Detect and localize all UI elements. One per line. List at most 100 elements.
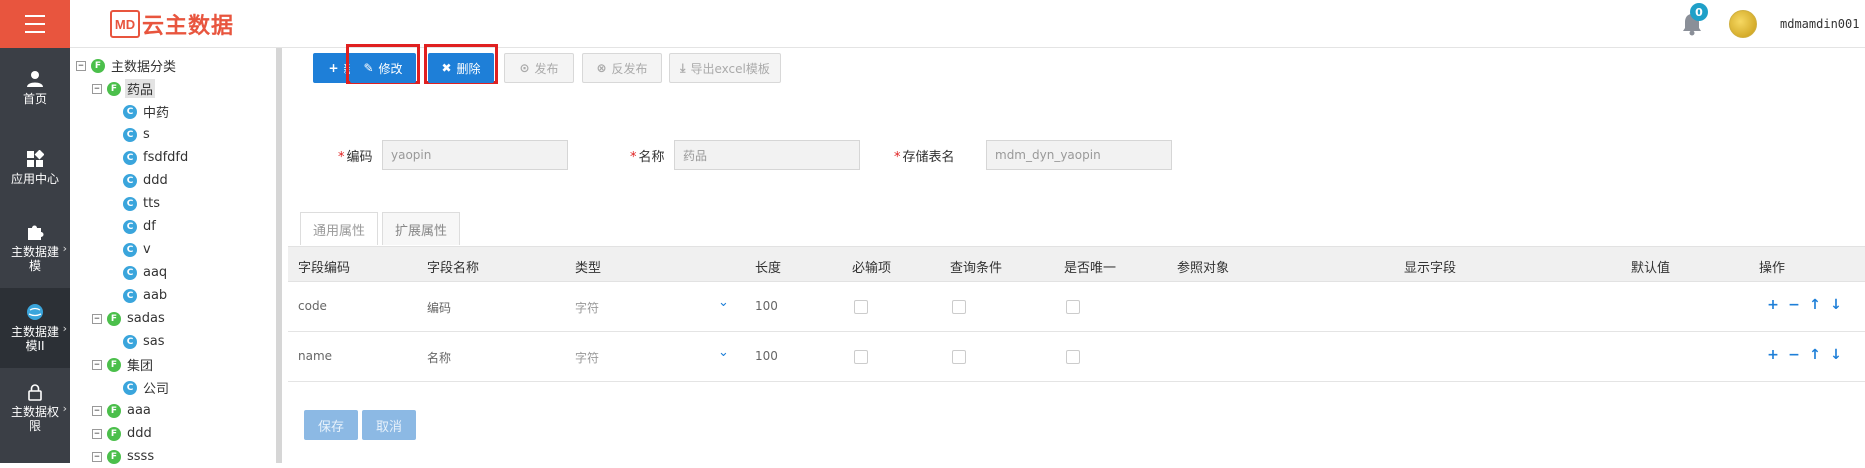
tree-node[interactable]: Cddd xyxy=(70,169,276,192)
pencil-icon: ✎ xyxy=(363,61,374,75)
query-checkbox[interactable] xyxy=(952,300,966,314)
nav-item-home[interactable]: 首页 xyxy=(0,48,70,128)
tree-node[interactable]: − Fddd xyxy=(70,422,276,445)
plus-icon[interactable]: + xyxy=(1765,347,1781,363)
collapse-toggle-icon[interactable]: − xyxy=(92,359,102,370)
chevron-down-icon[interactable]: ⌄ xyxy=(718,295,729,310)
collapse-toggle-icon[interactable]: − xyxy=(92,83,102,94)
arrow-down-icon[interactable]: ↓ xyxy=(1828,347,1844,363)
category-icon: C xyxy=(123,104,137,119)
name-field[interactable]: 药品 xyxy=(674,140,860,170)
tree-node-label: v xyxy=(143,242,151,257)
nav-item-permissions[interactable]: 主数据权限 › xyxy=(0,368,70,448)
menu-toggle-button[interactable] xyxy=(0,0,70,48)
tree-node[interactable]: Ctts xyxy=(70,192,276,215)
tree-node[interactable]: Caaq xyxy=(70,261,276,284)
column-header: 显示字段 xyxy=(1404,261,1457,276)
arrow-down-icon[interactable]: ↓ xyxy=(1828,297,1844,313)
tree-node[interactable]: Cv xyxy=(70,238,276,261)
collapse-toggle-icon[interactable]: − xyxy=(76,60,86,71)
tree-node-label: aaa xyxy=(127,403,151,418)
publish-button[interactable]: ⊙ 发布 xyxy=(504,53,574,83)
delete-button[interactable]: ✖ 删除 xyxy=(428,53,494,83)
required-checkbox[interactable] xyxy=(854,350,868,364)
collapse-toggle-icon[interactable]: − xyxy=(92,428,102,439)
query-checkbox[interactable] xyxy=(952,350,966,364)
main-panel: +新增 ✎修改 ✖删除 ⊙发布 ⊗反发布 ⤓导出excel模板 *编码 yaop… xyxy=(288,44,1865,463)
left-nav: 首页 应用中心 主数据建模 › 主数据建模II › 主数据权限 › xyxy=(0,48,70,463)
length-cell[interactable]: 100 xyxy=(755,299,778,313)
column-header: 默认值 xyxy=(1631,261,1671,276)
table-name-field[interactable]: mdm_dyn_yaopin xyxy=(986,140,1172,170)
tree-node-label: sadas xyxy=(127,311,165,326)
field-code-cell[interactable]: code xyxy=(298,299,327,313)
folder-icon: F xyxy=(107,357,121,372)
minus-icon[interactable]: − xyxy=(1786,297,1802,313)
username[interactable]: mdmamdin001 xyxy=(1780,17,1859,31)
attribute-tabs: 通用属性 扩展属性 xyxy=(300,212,464,245)
nav-item-modeling[interactable]: 主数据建模 › xyxy=(0,208,70,288)
save-button[interactable]: 保存 xyxy=(304,410,358,440)
export-template-button[interactable]: ⤓ 导出excel模板 xyxy=(669,53,781,83)
tree-node-label: aab xyxy=(143,288,168,303)
tab-extended[interactable]: 扩展属性 xyxy=(382,212,461,245)
tab-general[interactable]: 通用属性 xyxy=(300,212,379,245)
nav-label: 主数据建模II xyxy=(10,325,59,353)
publish-icon: ⊙ xyxy=(519,61,530,75)
lock-icon xyxy=(28,384,42,401)
tree-node[interactable]: Cdf xyxy=(70,215,276,238)
collapse-toggle-icon[interactable]: − xyxy=(92,313,102,324)
unique-checkbox[interactable] xyxy=(1066,300,1080,314)
code-field[interactable]: yaopin xyxy=(382,140,568,170)
cancel-circle-icon: ⊗ xyxy=(596,61,607,75)
collapse-toggle-icon[interactable]: − xyxy=(92,451,102,462)
tree-root[interactable]: − F 主数据分类 xyxy=(70,54,276,77)
tree-node[interactable]: C 中药 xyxy=(70,100,276,123)
type-select[interactable]: 字符 xyxy=(575,299,599,316)
chevron-down-icon[interactable]: ⌄ xyxy=(718,345,729,360)
download-icon: ⤓ xyxy=(680,60,686,75)
nav-item-modeling-ii[interactable]: 主数据建模II › xyxy=(0,288,70,368)
required-mark: * xyxy=(338,150,345,165)
arrow-up-icon[interactable]: ↑ xyxy=(1807,347,1823,363)
unpublish-button[interactable]: ⊗ 反发布 xyxy=(582,53,662,83)
folder-icon: F xyxy=(107,449,121,464)
nav-label: 主数据权限 xyxy=(10,405,59,433)
column-header: 长度 xyxy=(755,261,782,276)
unique-checkbox[interactable] xyxy=(1066,350,1080,364)
nav-label: 首页 xyxy=(22,92,47,106)
tree-node[interactable]: − Fssss xyxy=(70,445,276,468)
nav-item-app-center[interactable]: 应用中心 xyxy=(0,128,70,208)
tree-node[interactable]: − F 药品 xyxy=(70,77,276,100)
table-row[interactable]: code 编码 字符 ⌄ 100 + − ↑ ↓ xyxy=(288,282,1865,332)
type-select[interactable]: 字符 xyxy=(575,349,599,366)
tree-node[interactable]: − F 集团 xyxy=(70,353,276,376)
tree-node[interactable]: Cfsdfdfd xyxy=(70,146,276,169)
hamburger-icon xyxy=(25,12,45,36)
cancel-button[interactable]: 取消 xyxy=(362,410,416,440)
tree-node[interactable]: Cs xyxy=(70,123,276,146)
avatar[interactable] xyxy=(1729,10,1757,38)
folder-icon: F xyxy=(107,403,121,418)
tree-node-label: df xyxy=(143,219,156,234)
edit-button[interactable]: ✎ 修改 xyxy=(350,53,416,83)
field-name-cell[interactable]: 名称 xyxy=(427,349,451,366)
tree-node[interactable]: C 公司 xyxy=(70,376,276,399)
required-mark: * xyxy=(630,150,637,165)
tree-node[interactable]: − Faaa xyxy=(70,399,276,422)
minus-icon[interactable]: − xyxy=(1786,347,1802,363)
field-name-cell[interactable]: 编码 xyxy=(427,299,451,316)
chevron-right-icon: › xyxy=(62,402,67,415)
collapse-toggle-icon[interactable]: − xyxy=(92,405,102,416)
required-checkbox[interactable] xyxy=(854,300,868,314)
table-row[interactable]: name 名称 字符 ⌄ 100 + − ↑ ↓ xyxy=(288,332,1865,382)
category-icon: C xyxy=(123,265,137,280)
tree-node[interactable]: Caab xyxy=(70,284,276,307)
arrow-up-icon[interactable]: ↑ xyxy=(1807,297,1823,313)
length-cell[interactable]: 100 xyxy=(755,349,778,363)
field-code-cell[interactable]: name xyxy=(298,349,332,363)
category-icon: C xyxy=(123,334,137,349)
tree-node[interactable]: − Fsadas xyxy=(70,307,276,330)
plus-icon[interactable]: + xyxy=(1765,297,1781,313)
tree-node[interactable]: Csas xyxy=(70,330,276,353)
